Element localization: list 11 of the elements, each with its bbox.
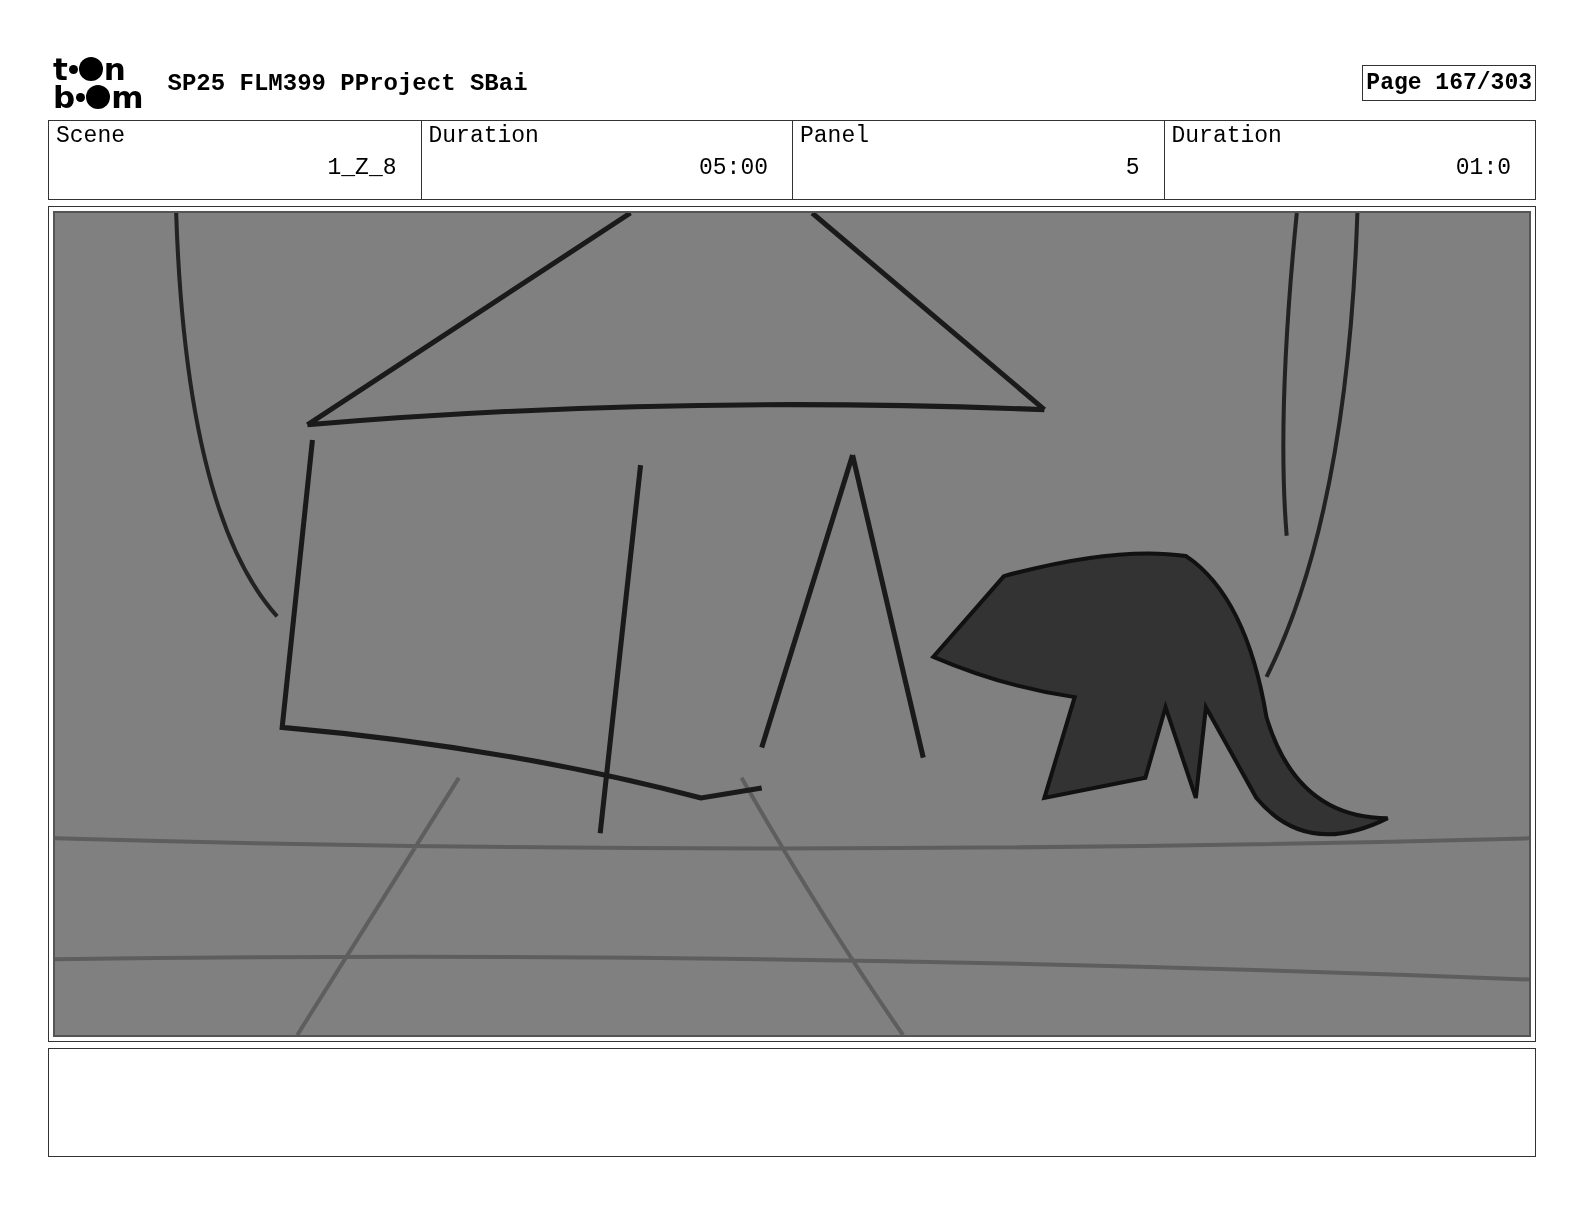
field-value: 01:0 (1455, 155, 1511, 181)
page-number: Page 167/303 (1362, 65, 1536, 101)
field-label: Scene (56, 123, 126, 149)
field-value: 5 (1125, 155, 1140, 181)
field-label: Duration (428, 123, 540, 149)
field-label: Duration (1171, 123, 1283, 149)
document-title: SP25 FLM399 PProject SBai (167, 69, 529, 97)
field-value: 05:00 (699, 155, 768, 181)
field-value: 1_Z_8 (327, 155, 397, 181)
field-label: Panel (800, 123, 870, 149)
logo: t n b m (53, 55, 144, 111)
